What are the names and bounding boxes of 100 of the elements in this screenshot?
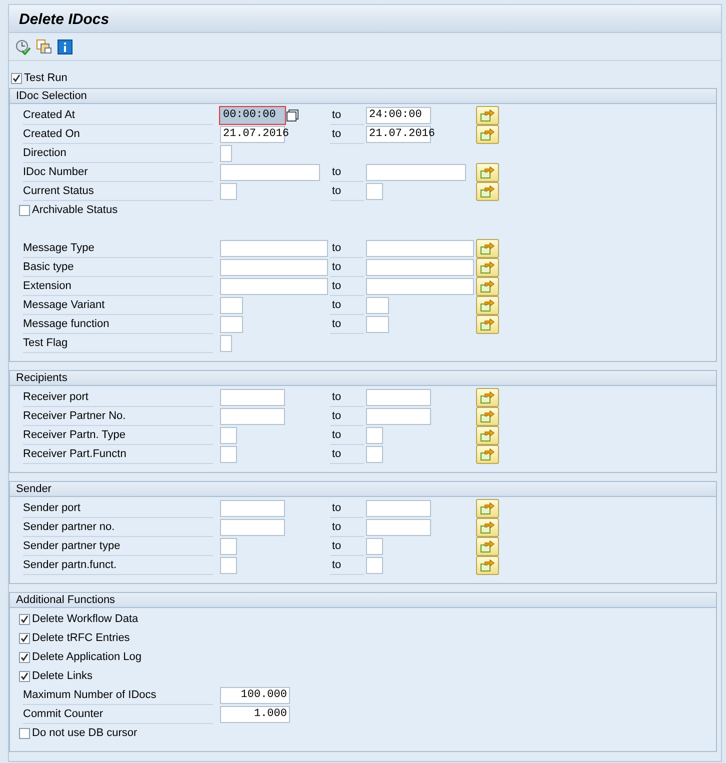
multiple-selection-button[interactable] [476, 499, 499, 518]
field-label: Basic type [23, 258, 213, 276]
input-field[interactable] [220, 334, 232, 352]
input-field[interactable] [220, 408, 285, 424]
input-field[interactable] [366, 538, 383, 554]
field-label: Sender port [23, 500, 213, 518]
input-field[interactable] [366, 316, 389, 332]
range-label: to [330, 426, 364, 444]
input-field[interactable] [220, 278, 328, 294]
input-field[interactable] [366, 518, 431, 536]
input-field[interactable] [366, 500, 431, 516]
field-label: IDoc Number [23, 164, 213, 182]
window-title: Delete IDocs [19, 11, 110, 28]
multiple-selection-button[interactable] [476, 315, 499, 334]
input-field[interactable] [366, 240, 474, 256]
input-field[interactable] [220, 500, 285, 516]
field-label: Test Flag [23, 334, 213, 352]
input-field[interactable] [366, 164, 466, 180]
checkbox[interactable] [19, 633, 30, 644]
input-field[interactable] [366, 446, 383, 462]
multiple-selection-button[interactable] [476, 445, 499, 464]
range-label: to [330, 446, 364, 464]
range-label: to [330, 258, 364, 276]
group-title: IDoc Selection [16, 90, 87, 102]
input-field[interactable] [220, 538, 237, 554]
input-field[interactable] [220, 258, 328, 276]
range-label: to [330, 500, 364, 518]
input-field[interactable] [220, 426, 237, 444]
execute-icon[interactable] [15, 39, 31, 55]
checkbox[interactable] [19, 614, 30, 625]
input-field[interactable]: 1.000 [220, 706, 290, 722]
multiple-selection-button[interactable] [476, 163, 499, 182]
field-label: Maximum Number of IDocs [23, 686, 213, 704]
field-label: Receiver Partn. Type [23, 426, 213, 444]
input-field[interactable] [220, 556, 237, 574]
input-field[interactable] [366, 426, 383, 444]
value-help-icon[interactable] [286, 109, 299, 122]
input-field[interactable] [366, 388, 431, 406]
multiple-selection-button[interactable] [476, 388, 499, 407]
input-field[interactable] [366, 182, 383, 200]
input-field[interactable] [366, 408, 431, 424]
input-field[interactable] [220, 296, 243, 314]
input-field[interactable]: 00:00:00 [220, 106, 285, 124]
checkbox-label: Do not use DB cursor [32, 726, 138, 741]
group-title: Additional Functions [16, 594, 116, 606]
multiple-selection-button[interactable] [476, 106, 499, 125]
field-label: Message Type [23, 240, 213, 258]
input-field[interactable] [220, 240, 328, 256]
multiple-selection-button[interactable] [476, 277, 499, 296]
checkbox[interactable] [19, 728, 30, 739]
input-field[interactable] [220, 182, 237, 200]
range-label: to [330, 182, 364, 200]
checkbox-label: Delete Workflow Data [32, 612, 138, 627]
range-label: to [330, 316, 364, 334]
input-field[interactable] [220, 164, 320, 180]
input-field[interactable] [220, 446, 237, 462]
input-field[interactable] [220, 388, 285, 406]
input-field[interactable] [220, 144, 232, 162]
multiple-selection-button[interactable] [476, 258, 499, 277]
pages-icon[interactable] [36, 39, 52, 55]
checkbox-label: Delete Application Log [32, 650, 142, 665]
multiple-selection-button[interactable] [476, 125, 499, 144]
field-label: Message Variant [23, 296, 213, 314]
field-label: Commit Counter [23, 706, 213, 724]
multiple-selection-button[interactable] [476, 182, 499, 201]
group-title: Recipients [16, 372, 68, 384]
input-field[interactable] [220, 518, 285, 536]
multiple-selection-button[interactable] [476, 407, 499, 426]
field-label: Direction [23, 144, 213, 162]
input-field[interactable] [366, 296, 389, 314]
range-label: to [330, 518, 364, 536]
input-field[interactable]: 24:00:00 [366, 106, 431, 124]
multiple-selection-button[interactable] [476, 426, 499, 445]
range-label: to [330, 538, 364, 556]
field-label: Sender partner type [23, 538, 213, 556]
info-icon[interactable] [57, 39, 73, 55]
input-field[interactable]: 100.000 [220, 686, 290, 704]
field-label: Created At [23, 106, 213, 124]
range-label: to [330, 106, 364, 124]
range-label: to [330, 240, 364, 258]
range-label: to [330, 388, 364, 406]
multiple-selection-button[interactable] [476, 556, 499, 575]
field-label: Message function [23, 316, 213, 334]
checkbox[interactable] [19, 671, 30, 682]
checkbox[interactable] [19, 205, 30, 216]
range-label: to [330, 164, 364, 182]
multiple-selection-button[interactable] [476, 537, 499, 556]
range-label: to [330, 556, 364, 574]
input-field[interactable] [366, 556, 383, 574]
multiple-selection-button[interactable] [476, 518, 499, 537]
range-label: to [330, 126, 364, 144]
range-label: to [330, 408, 364, 426]
range-label: to [330, 278, 364, 296]
input-field[interactable] [366, 278, 474, 294]
multiple-selection-button[interactable] [476, 239, 499, 258]
multiple-selection-button[interactable] [476, 296, 499, 315]
input-field[interactable] [366, 258, 474, 276]
checkbox[interactable] [19, 652, 30, 663]
input-field[interactable] [220, 316, 243, 332]
checkbox[interactable] [11, 73, 22, 84]
